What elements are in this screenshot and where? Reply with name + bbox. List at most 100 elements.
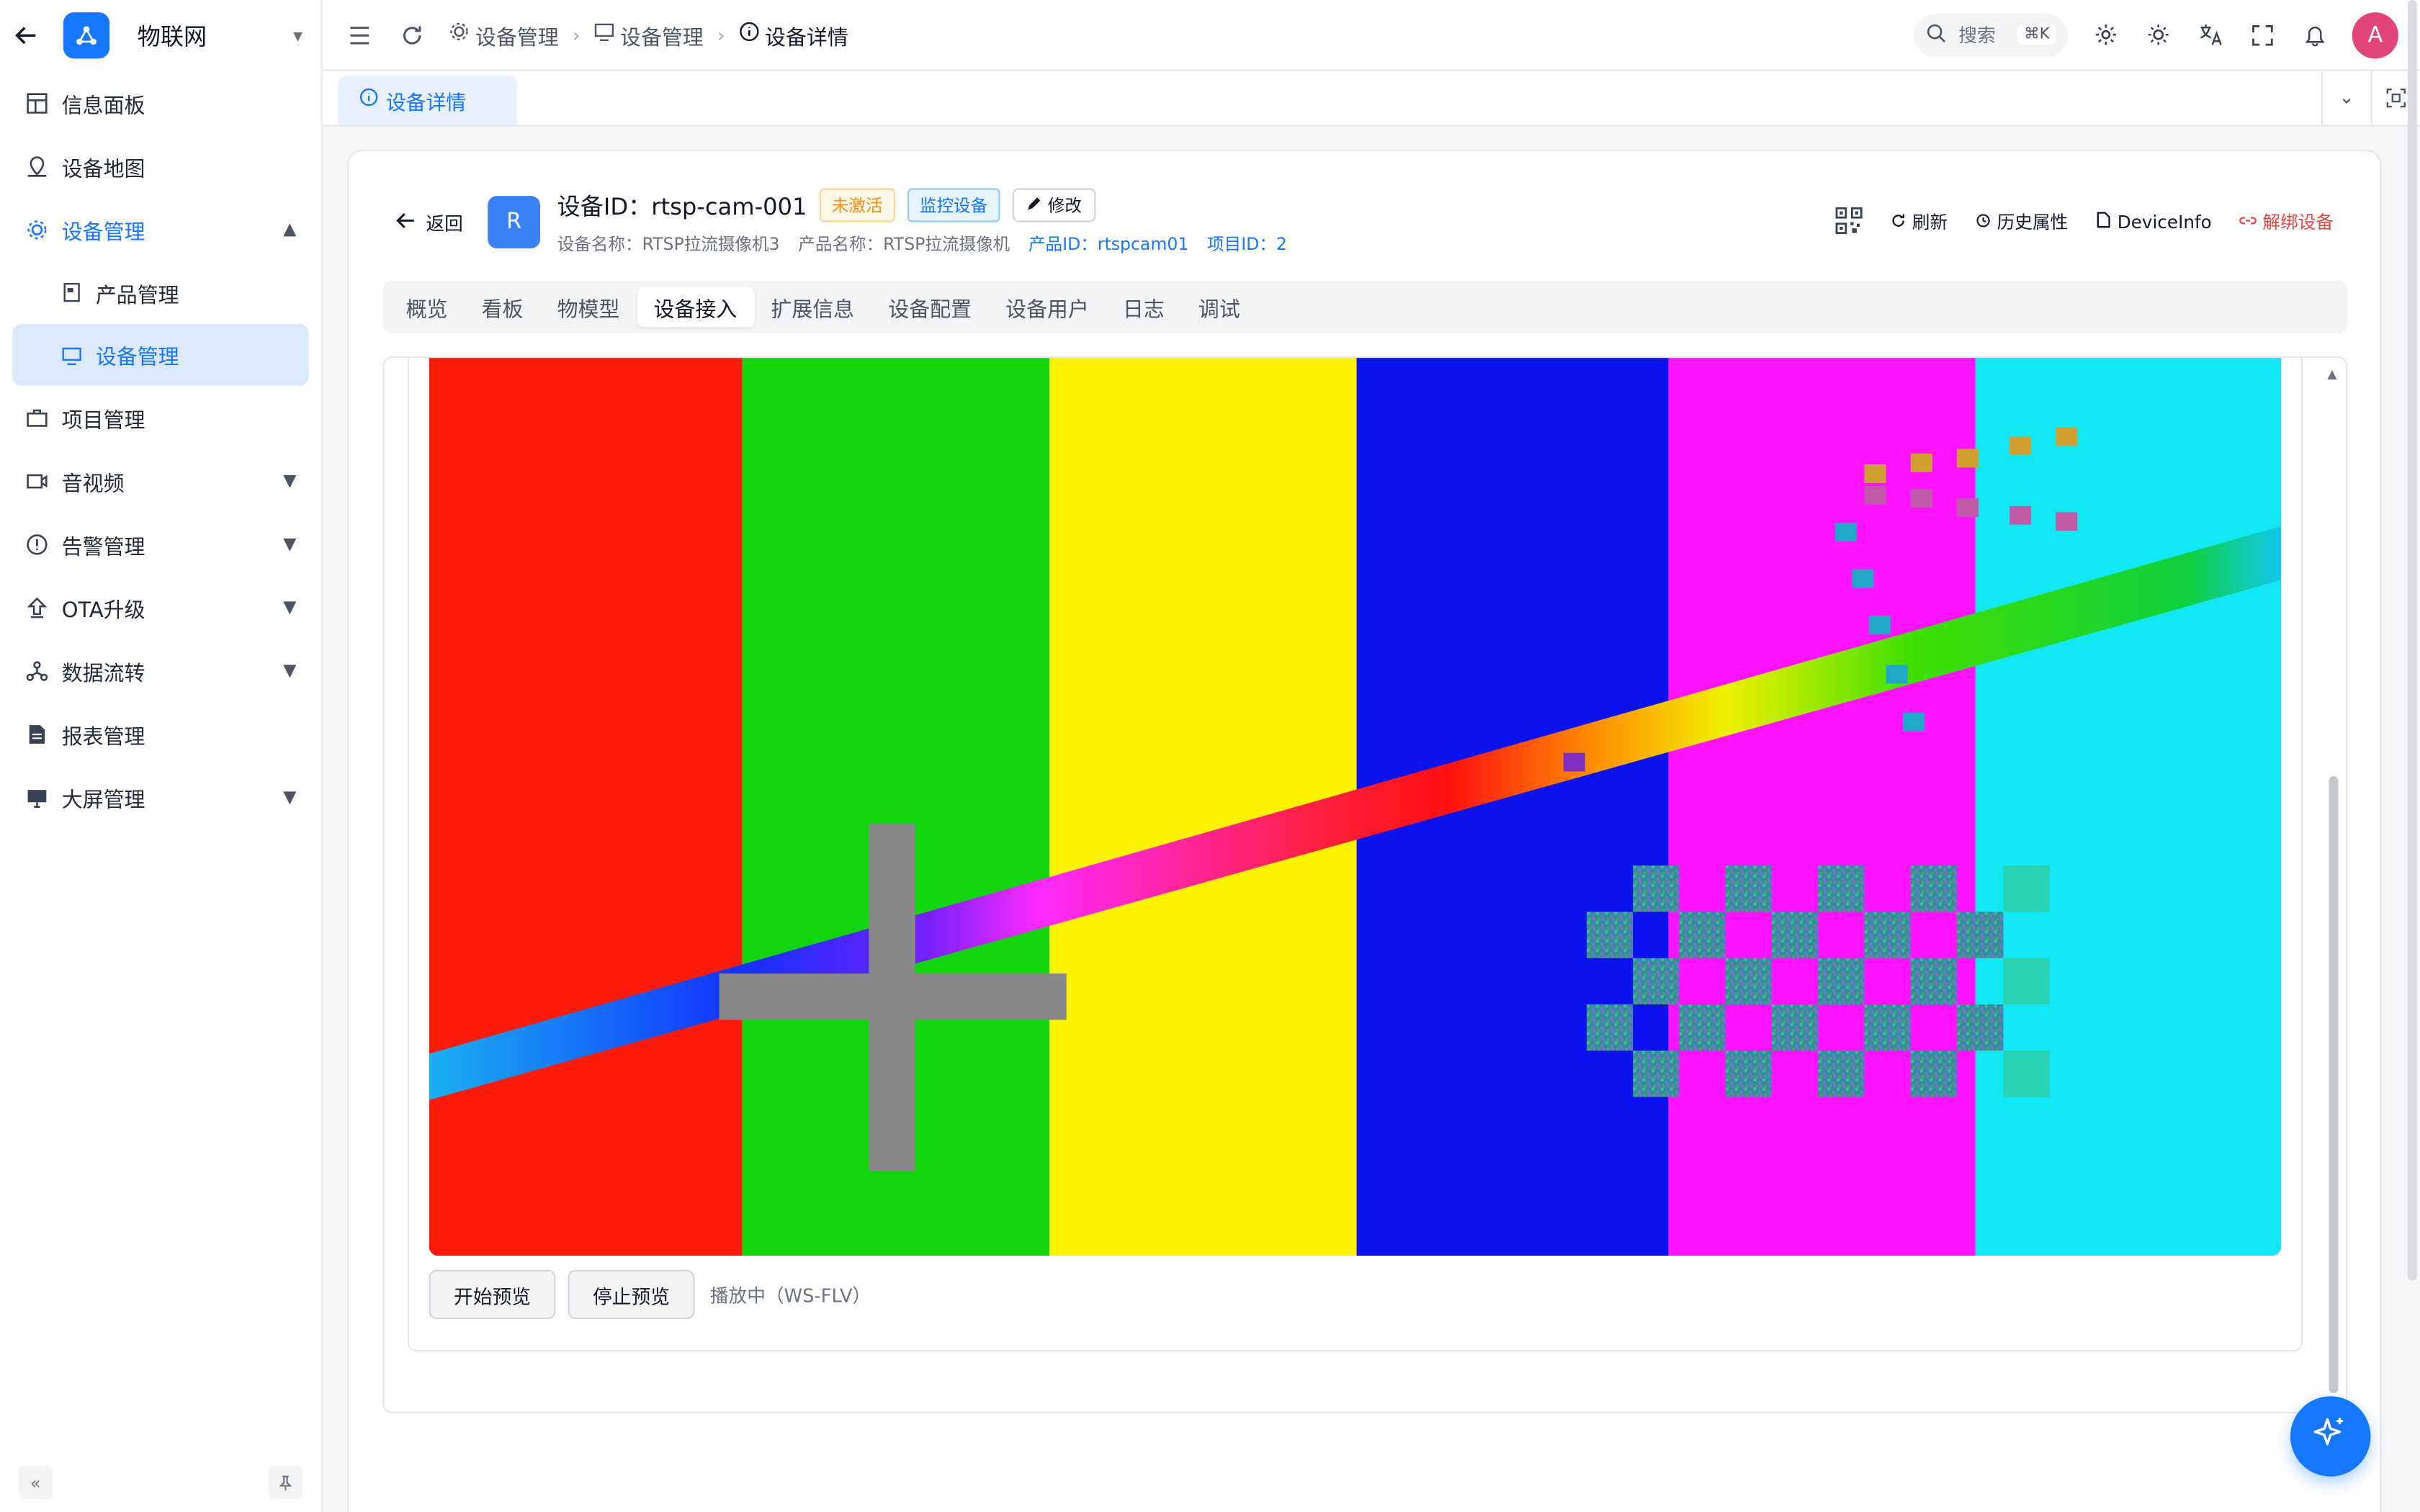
refresh-button[interactable]: 刷新	[1891, 210, 1948, 234]
pencil-icon	[1026, 195, 1041, 215]
tab-label: 设备详情	[385, 91, 467, 115]
breadcrumb-label: 设备详情	[765, 25, 848, 50]
playback-status: 播放中（WS-FLV）	[709, 1284, 871, 1306]
avatar[interactable]: A	[2352, 12, 2398, 58]
breadcrumb-item[interactable]: 设备管理	[449, 19, 559, 50]
sidebar-item-label: 设备管理	[61, 220, 145, 245]
device-header: 返回 R 设备ID：rtsp-cam-001 未激活 监控设备 修改 设备名称：…	[395, 188, 2334, 256]
upload-icon	[24, 595, 49, 619]
sidebar-item-device-map[interactable]: 设备地图	[0, 134, 321, 197]
search-placeholder: 搜索	[1958, 24, 1996, 47]
product-name: 产品名称：RTSP拉流摄像机	[798, 234, 1010, 255]
back-arrow-icon[interactable]	[12, 22, 40, 50]
status-badge: 未激活	[819, 188, 895, 222]
sidebar-item-label: 产品管理	[95, 283, 179, 308]
chevron-down-icon[interactable]: ▾	[293, 24, 302, 46]
briefcase-icon	[24, 405, 49, 430]
arrow-left-icon	[395, 209, 417, 235]
refresh-icon	[1891, 212, 1906, 233]
map-icon	[24, 153, 49, 178]
monitor-icon	[24, 785, 49, 809]
sidebar-item-label: 设备管理	[95, 346, 179, 371]
info-icon	[739, 22, 759, 48]
translate-icon[interactable]	[2195, 19, 2226, 50]
panel-scrollbar[interactable]: ▲	[2327, 367, 2339, 1393]
sidebar-item-av[interactable]: 音视频 ▼	[0, 449, 321, 513]
tab-extended-info[interactable]: 扩展信息	[754, 287, 871, 328]
sidebar-item-label: 报表管理	[61, 724, 145, 750]
sidebar-item-device-management[interactable]: 设备管理 ▲	[0, 197, 321, 261]
stop-preview-button[interactable]: 停止预览	[568, 1269, 695, 1320]
device-actions: 刷新 历史属性 DeviceInfo 解绑设备	[1835, 206, 2334, 238]
tab-device-users[interactable]: 设备用户	[989, 287, 1106, 328]
tab-device-detail[interactable]: 设备详情	[338, 76, 517, 125]
bell-icon[interactable]	[2300, 19, 2331, 50]
tab-board[interactable]: 看板	[465, 287, 540, 328]
device-info-label: DeviceInfo	[2117, 211, 2212, 233]
sidebar-item-label: 告警管理	[61, 534, 145, 559]
qrcode-icon[interactable]	[1835, 206, 1863, 238]
device-info-button[interactable]: DeviceInfo	[2096, 212, 2212, 233]
sidebar-item-alerts[interactable]: 告警管理 ▼	[0, 512, 321, 575]
reload-icon[interactable]	[397, 19, 428, 50]
breadcrumb-item[interactable]: 设备管理	[594, 19, 704, 50]
sidebar-item-label: 设备地图	[61, 156, 145, 181]
tab-overview[interactable]: 概览	[389, 287, 465, 328]
history-button[interactable]: 历史属性	[1976, 210, 2069, 234]
ai-assistant-button[interactable]	[2290, 1396, 2371, 1477]
sidebar: 物联网 ▾ 信息面板 设备地图 设备管理 ▲ 产品管理 设备管理 项目管理 音视…	[0, 0, 323, 1512]
menu-icon[interactable]	[344, 19, 375, 50]
fullscreen-icon[interactable]	[2247, 19, 2278, 50]
tab-debug[interactable]: 调试	[1181, 287, 1257, 328]
chevron-down-icon[interactable]: ⌄	[2321, 69, 2371, 125]
product-icon	[58, 280, 83, 305]
dashboard-icon	[24, 90, 49, 114]
search-shortcut: ⌘K	[2017, 24, 2056, 45]
collapse-sidebar-icon[interactable]: «	[18, 1465, 53, 1500]
sidebar-footer: «	[18, 1465, 302, 1500]
sidebar-item-ota[interactable]: OTA升级 ▼	[0, 575, 321, 639]
sidebar-item-label: 数据流转	[61, 661, 145, 686]
player-controls: 开始预览 停止预览 播放中（WS-FLV）	[429, 1269, 871, 1320]
search-icon	[1926, 22, 1946, 47]
device-icon	[24, 217, 49, 241]
page-scrollbar-thumb[interactable]	[2407, 0, 2417, 1281]
video-preview-box: 开始预览 停止预览 播放中（WS-FLV）	[407, 358, 2303, 1352]
sidebar-item-label: 大屏管理	[61, 787, 145, 813]
edit-button[interactable]: 修改	[1012, 188, 1096, 222]
sidebar-item-big-screen[interactable]: 大屏管理 ▼	[0, 765, 321, 829]
sidebar-item-dashboard[interactable]: 信息面板	[0, 71, 321, 135]
back-button[interactable]: 返回	[395, 209, 463, 235]
product-id-link[interactable]: 产品ID：rtspcam01	[1028, 231, 1188, 256]
theme-sun-icon[interactable]	[2142, 19, 2173, 50]
tab-device-access[interactable]: 设备接入	[636, 287, 754, 328]
scrollbar-thumb[interactable]	[2329, 775, 2339, 1393]
sidebar-item-data-flow[interactable]: 数据流转 ▼	[0, 639, 321, 702]
sidebar-item-project-management[interactable]: 项目管理	[0, 386, 321, 449]
app-title: 物联网	[137, 22, 207, 50]
tab-thing-model[interactable]: 物模型	[540, 287, 637, 328]
sidebar-item-reports[interactable]: 报表管理	[0, 702, 321, 765]
device-info: 设备ID：rtsp-cam-001 未激活 监控设备 修改 设备名称：RTSP拉…	[557, 188, 1287, 256]
unbind-button[interactable]: 解绑设备	[2239, 210, 2334, 234]
project-id-link[interactable]: 项目ID：2	[1207, 231, 1287, 256]
tab-logs[interactable]: 日志	[1106, 287, 1181, 328]
refresh-label: 刷新	[1912, 211, 1948, 233]
start-preview-button[interactable]: 开始预览	[429, 1269, 556, 1320]
video-player[interactable]	[429, 358, 2282, 1256]
video-icon	[24, 468, 49, 492]
search-input[interactable]: 搜索 ⌘K	[1914, 13, 2069, 57]
sidebar-item-device-list[interactable]: 设备管理	[12, 324, 309, 386]
tab-device-config[interactable]: 设备配置	[871, 287, 989, 328]
info-icon	[359, 88, 378, 112]
device-id-title: 设备ID：rtsp-cam-001	[557, 192, 807, 220]
page-tabs: 设备详情 ⌄	[322, 69, 2420, 127]
page-scrollbar[interactable]	[2405, 0, 2420, 1281]
settings-icon[interactable]	[2089, 19, 2120, 50]
sidebar-nav: 信息面板 设备地图 设备管理 ▲ 产品管理 设备管理 项目管理 音视频 ▼ 告警…	[0, 71, 321, 829]
pin-icon[interactable]	[268, 1465, 302, 1500]
report-icon	[24, 721, 49, 746]
sidebar-item-product-management[interactable]: 产品管理	[0, 261, 321, 324]
history-label: 历史属性	[1996, 211, 2069, 233]
scroll-up-icon[interactable]: ▲	[2327, 367, 2336, 381]
